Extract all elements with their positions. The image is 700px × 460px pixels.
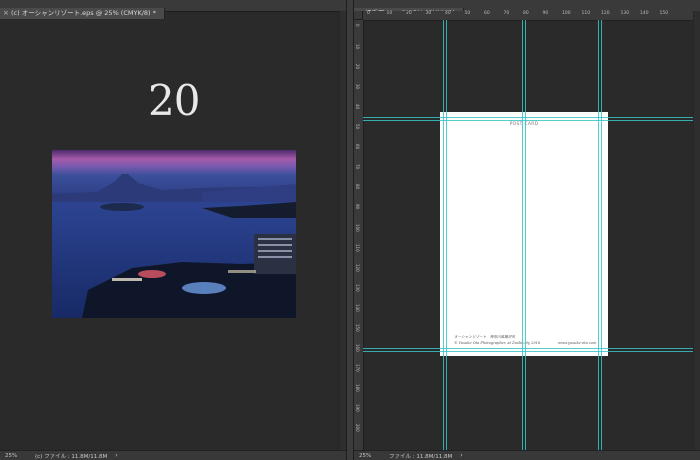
ruler-tick-label: 180 [355, 384, 360, 392]
ruler-tick-label: 40 [355, 104, 360, 110]
horizontal-ruler[interactable]: 0 10 20 30 40 50 60 70 80 90 100 110 120 130 140 150 [363, 11, 700, 21]
file-info: ファイル : 11.8M/11.8M [389, 453, 453, 460]
resort-photo [52, 150, 296, 318]
ruler-tick-label: 70 [503, 11, 510, 16]
ruler-tick-label: 130 [355, 284, 360, 292]
document-tab-bar: × (c) オーシャンリゾート.eps @ 25% (CMYK/8) * [0, 0, 346, 19]
ruler-tick-label: 20 [355, 64, 360, 70]
ruler-tick-label: 190 [355, 404, 360, 412]
document-window-right[interactable]: × 切手面.eps @ 25% (CMYK/8) 010203040506070… [354, 0, 700, 460]
window-divider[interactable] [346, 0, 354, 460]
zoom-level[interactable]: 25% [354, 453, 385, 459]
ruler-tick-label: 70 [355, 164, 360, 170]
postcard-caption: オーシャンリゾート 神奈川県藤沢市 [454, 335, 516, 339]
ruler-tick-label: 150 [355, 324, 360, 332]
postcard-credit: © Yusuke Ota Photographer, at Zushi city… [454, 341, 541, 345]
document-tab-title: (c) オーシャンリゾート.eps @ 25% (CMYK/8) * [11, 9, 156, 17]
ruler-tick-label: 130 [620, 11, 630, 16]
guide-line[interactable] [363, 348, 694, 349]
ruler-tick-label: 200 [355, 424, 360, 432]
postcard-title: POST CARD [509, 122, 539, 127]
ruler-tick-label: 140 [355, 304, 360, 312]
ruler-tick-label: 20 [406, 11, 412, 16]
guide-line[interactable] [601, 20, 602, 450]
ruler-tick-label: 60 [355, 144, 360, 150]
ruler-tick-label: 50 [355, 124, 360, 130]
status-bar: 25% ファイル : 11.8M/11.8M › [354, 450, 700, 460]
ruler-tick-label: 80 [523, 11, 529, 16]
chevron-right-icon[interactable]: › [107, 452, 117, 459]
ruler-tick-label: 0 [367, 11, 370, 16]
guide-line[interactable] [598, 20, 599, 450]
guide-line[interactable] [363, 351, 694, 352]
guide-line[interactable] [363, 120, 694, 121]
guide-line[interactable] [363, 117, 694, 118]
guide-line[interactable] [443, 20, 444, 450]
document-window-left[interactable]: × (c) オーシャンリゾート.eps @ 25% (CMYK/8) * 20 [0, 0, 346, 460]
vertical-ruler[interactable]: 0 10 20 30 40 50 60 70 80 90 100 110 120 130 140 150 160… [354, 20, 364, 450]
ruler-tick-label: 150 [659, 11, 669, 16]
guide-line[interactable] [446, 20, 447, 450]
ruler-tick-label: 40 [445, 11, 451, 16]
ruler-tick-label: 80 [355, 184, 360, 190]
page-number-text: 20 [148, 76, 200, 125]
ruler-tick-label: 0 [355, 24, 360, 27]
chevron-right-icon[interactable]: › [452, 452, 462, 459]
file-info: (c) ファイル : 11.8M/11.8M [35, 453, 108, 460]
ruler-tick-label: 110 [355, 244, 360, 252]
ruler-tick-label: 50 [464, 11, 471, 16]
zoom-level[interactable]: 25% [0, 453, 31, 459]
ruler-tick-label: 30 [355, 84, 360, 90]
vertical-scrollbar[interactable] [693, 11, 700, 450]
ruler-corner[interactable] [354, 11, 363, 20]
ruler-tick-label: 10 [386, 11, 393, 16]
ruler-tick-label: 160 [355, 344, 360, 352]
ruler-tick-label: 30 [425, 11, 432, 16]
ruler-tick-label: 140 [640, 11, 649, 16]
ruler-tick-label: 10 [355, 44, 360, 50]
ruler-tick-label: 100 [562, 11, 571, 16]
postcard-page: POST CARD オーシャンリゾート 神奈川県藤沢市 © Yusuke Ota… [440, 112, 608, 356]
document-tab-left[interactable]: × (c) オーシャンリゾート.eps @ 25% (CMYK/8) * [0, 8, 165, 19]
guide-line[interactable] [525, 20, 526, 450]
ruler-tick-label: 120 [355, 264, 360, 272]
ruler-tick-label: 90 [355, 204, 360, 210]
guide-line[interactable] [522, 20, 523, 450]
status-bar: 25% (c) ファイル : 11.8M/11.8M › [0, 450, 346, 460]
ruler-tick-label: 60 [484, 11, 490, 16]
close-icon[interactable]: × [3, 8, 11, 19]
postcard-website: www.yusuke-ota.com [558, 341, 597, 345]
ruler-tick-label: 120 [601, 11, 610, 16]
ruler-tick-label: 110 [581, 11, 591, 16]
ruler-tick-label: 90 [542, 11, 549, 16]
vertical-scrollbar[interactable] [339, 11, 346, 450]
ruler-tick-label: 100 [355, 224, 360, 232]
ruler-tick-label: 170 [355, 364, 360, 372]
